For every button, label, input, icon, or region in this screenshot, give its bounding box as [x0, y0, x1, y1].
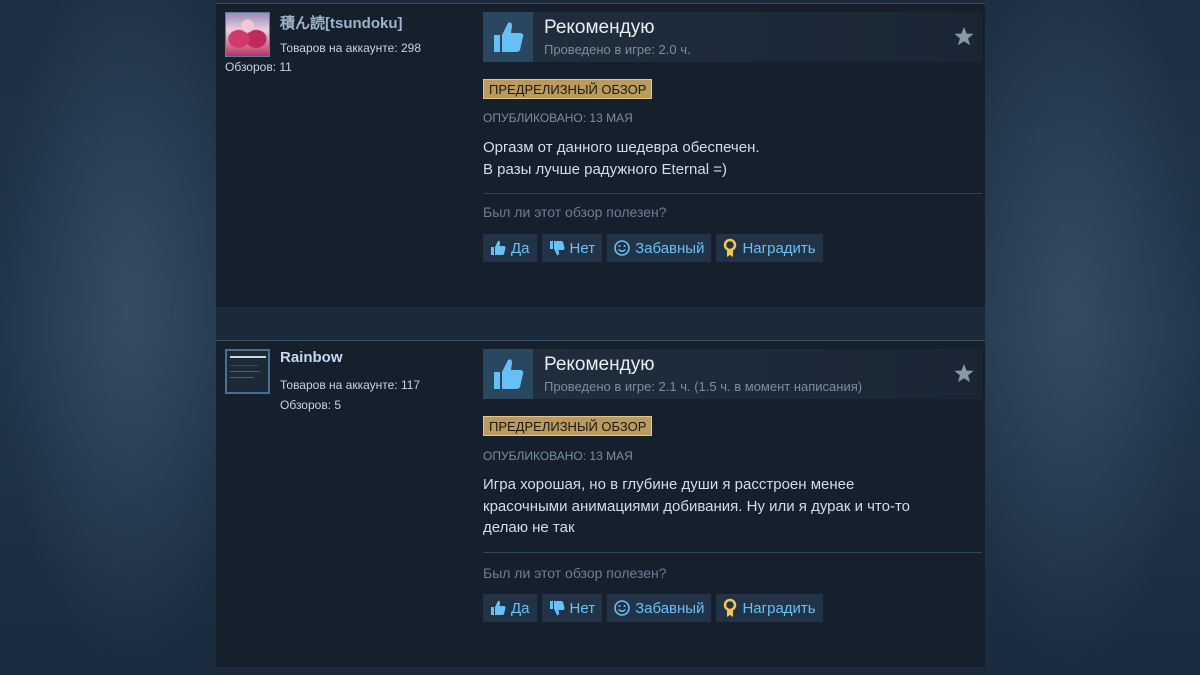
- vote-funny-label: Забавный: [635, 239, 705, 257]
- avatar[interactable]: [225, 12, 270, 57]
- smiley-icon: [613, 599, 631, 617]
- review-content-line: В разы лучше радужного Eternal =): [483, 160, 727, 178]
- vote-funny-button[interactable]: Забавный: [607, 594, 712, 622]
- thumbs-up-icon: [483, 349, 533, 399]
- author-products-count[interactable]: Товаров на аккаунте: 117: [280, 378, 420, 392]
- posted-date: Опубликовано: 13 мая: [483, 449, 633, 463]
- author-reviews-count[interactable]: Обзоров: 11: [225, 60, 292, 74]
- vote-no-label: Нет: [569, 599, 596, 617]
- review-content-line: Игра хорошая, но в глубине души я расстр…: [483, 476, 855, 493]
- vote-funny-label: Забавный: [635, 599, 705, 617]
- author-name[interactable]: Rainbow: [280, 349, 343, 366]
- thumbs-up-small-icon: [489, 599, 507, 617]
- vote-funny-button[interactable]: Забавный: [607, 234, 712, 262]
- award-button[interactable]: Наградить: [716, 234, 823, 262]
- author-name[interactable]: 積ん読[tsundoku]: [280, 12, 402, 33]
- thumbs-down-icon: [548, 599, 566, 617]
- smiley-icon: [613, 239, 631, 257]
- author-products-count[interactable]: Товаров на аккаунте: 298: [280, 41, 421, 55]
- divider: [483, 193, 982, 194]
- avatar[interactable]: [225, 349, 270, 394]
- vote-buttons: Да Нет Забавный Наградить: [483, 594, 823, 622]
- verdict-title: Рекомендую: [544, 354, 655, 375]
- vote-yes-button[interactable]: Да: [483, 594, 537, 622]
- vote-no-button[interactable]: Нет: [541, 234, 603, 262]
- vote-yes-label: Да: [511, 239, 530, 257]
- vote-no-label: Нет: [569, 239, 596, 257]
- verdict-title: Рекомендую: [544, 17, 655, 38]
- author-reviews-count[interactable]: Обзоров: 5: [280, 398, 341, 412]
- early-access-badge: ПРЕДРЕЛИЗНЫЙ ОБЗОР: [483, 79, 653, 99]
- review-card: Rainbow Товаров на аккаунте: 117 Обзоров…: [216, 340, 985, 667]
- award-icon: [722, 238, 738, 258]
- playtime: Проведено в игре: 2.1 ч. (1.5 ч. в момен…: [544, 379, 863, 394]
- review-verdict[interactable]: Рекомендую Проведено в игре: 2.1 ч. (1.5…: [483, 349, 982, 399]
- star-icon[interactable]: [954, 27, 974, 51]
- star-icon[interactable]: [954, 364, 974, 388]
- vote-buttons: Да Нет Забавный Наградить: [483, 234, 823, 262]
- vote-yes-label: Да: [511, 599, 530, 617]
- review-card: 積ん読[tsundoku] Товаров на аккаунте: 298 О…: [216, 3, 985, 307]
- thumbs-up-icon: [483, 12, 533, 62]
- divider: [483, 552, 982, 553]
- background-left: [0, 0, 216, 675]
- early-access-badge: ПРЕДРЕЛИЗНЫЙ ОБЗОР: [483, 416, 653, 436]
- playtime: Проведено в игре: 2.0 ч.: [544, 42, 691, 57]
- review-content-line: Оргазм от данного шедевра обеспечен.: [483, 139, 760, 156]
- award-button[interactable]: Наградить: [716, 594, 823, 622]
- review-content[interactable]: Игра хорошая, но в глубине души я расстр…: [483, 474, 983, 539]
- thumbs-down-icon: [548, 239, 566, 257]
- review-content-line: делаю не так: [483, 519, 575, 536]
- review-content-line: красочными анимациями добивания. Ну или …: [483, 497, 911, 515]
- posted-date: Опубликовано: 13 мая: [483, 111, 633, 125]
- background-right: [985, 0, 1200, 675]
- vote-no-button[interactable]: Нет: [541, 594, 603, 622]
- helpful-question: Был ли этот обзор полезен?: [483, 204, 667, 220]
- thumbs-up-small-icon: [489, 239, 507, 257]
- award-label: Наградить: [742, 599, 816, 617]
- review-content[interactable]: Оргазм от данного шедевра обеспечен. В р…: [483, 137, 983, 180]
- review-verdict[interactable]: Рекомендую Проведено в игре: 2.0 ч.: [483, 12, 982, 62]
- award-icon: [722, 598, 738, 618]
- vote-yes-button[interactable]: Да: [483, 234, 537, 262]
- helpful-question: Был ли этот обзор полезен?: [483, 565, 667, 581]
- award-label: Наградить: [742, 239, 816, 257]
